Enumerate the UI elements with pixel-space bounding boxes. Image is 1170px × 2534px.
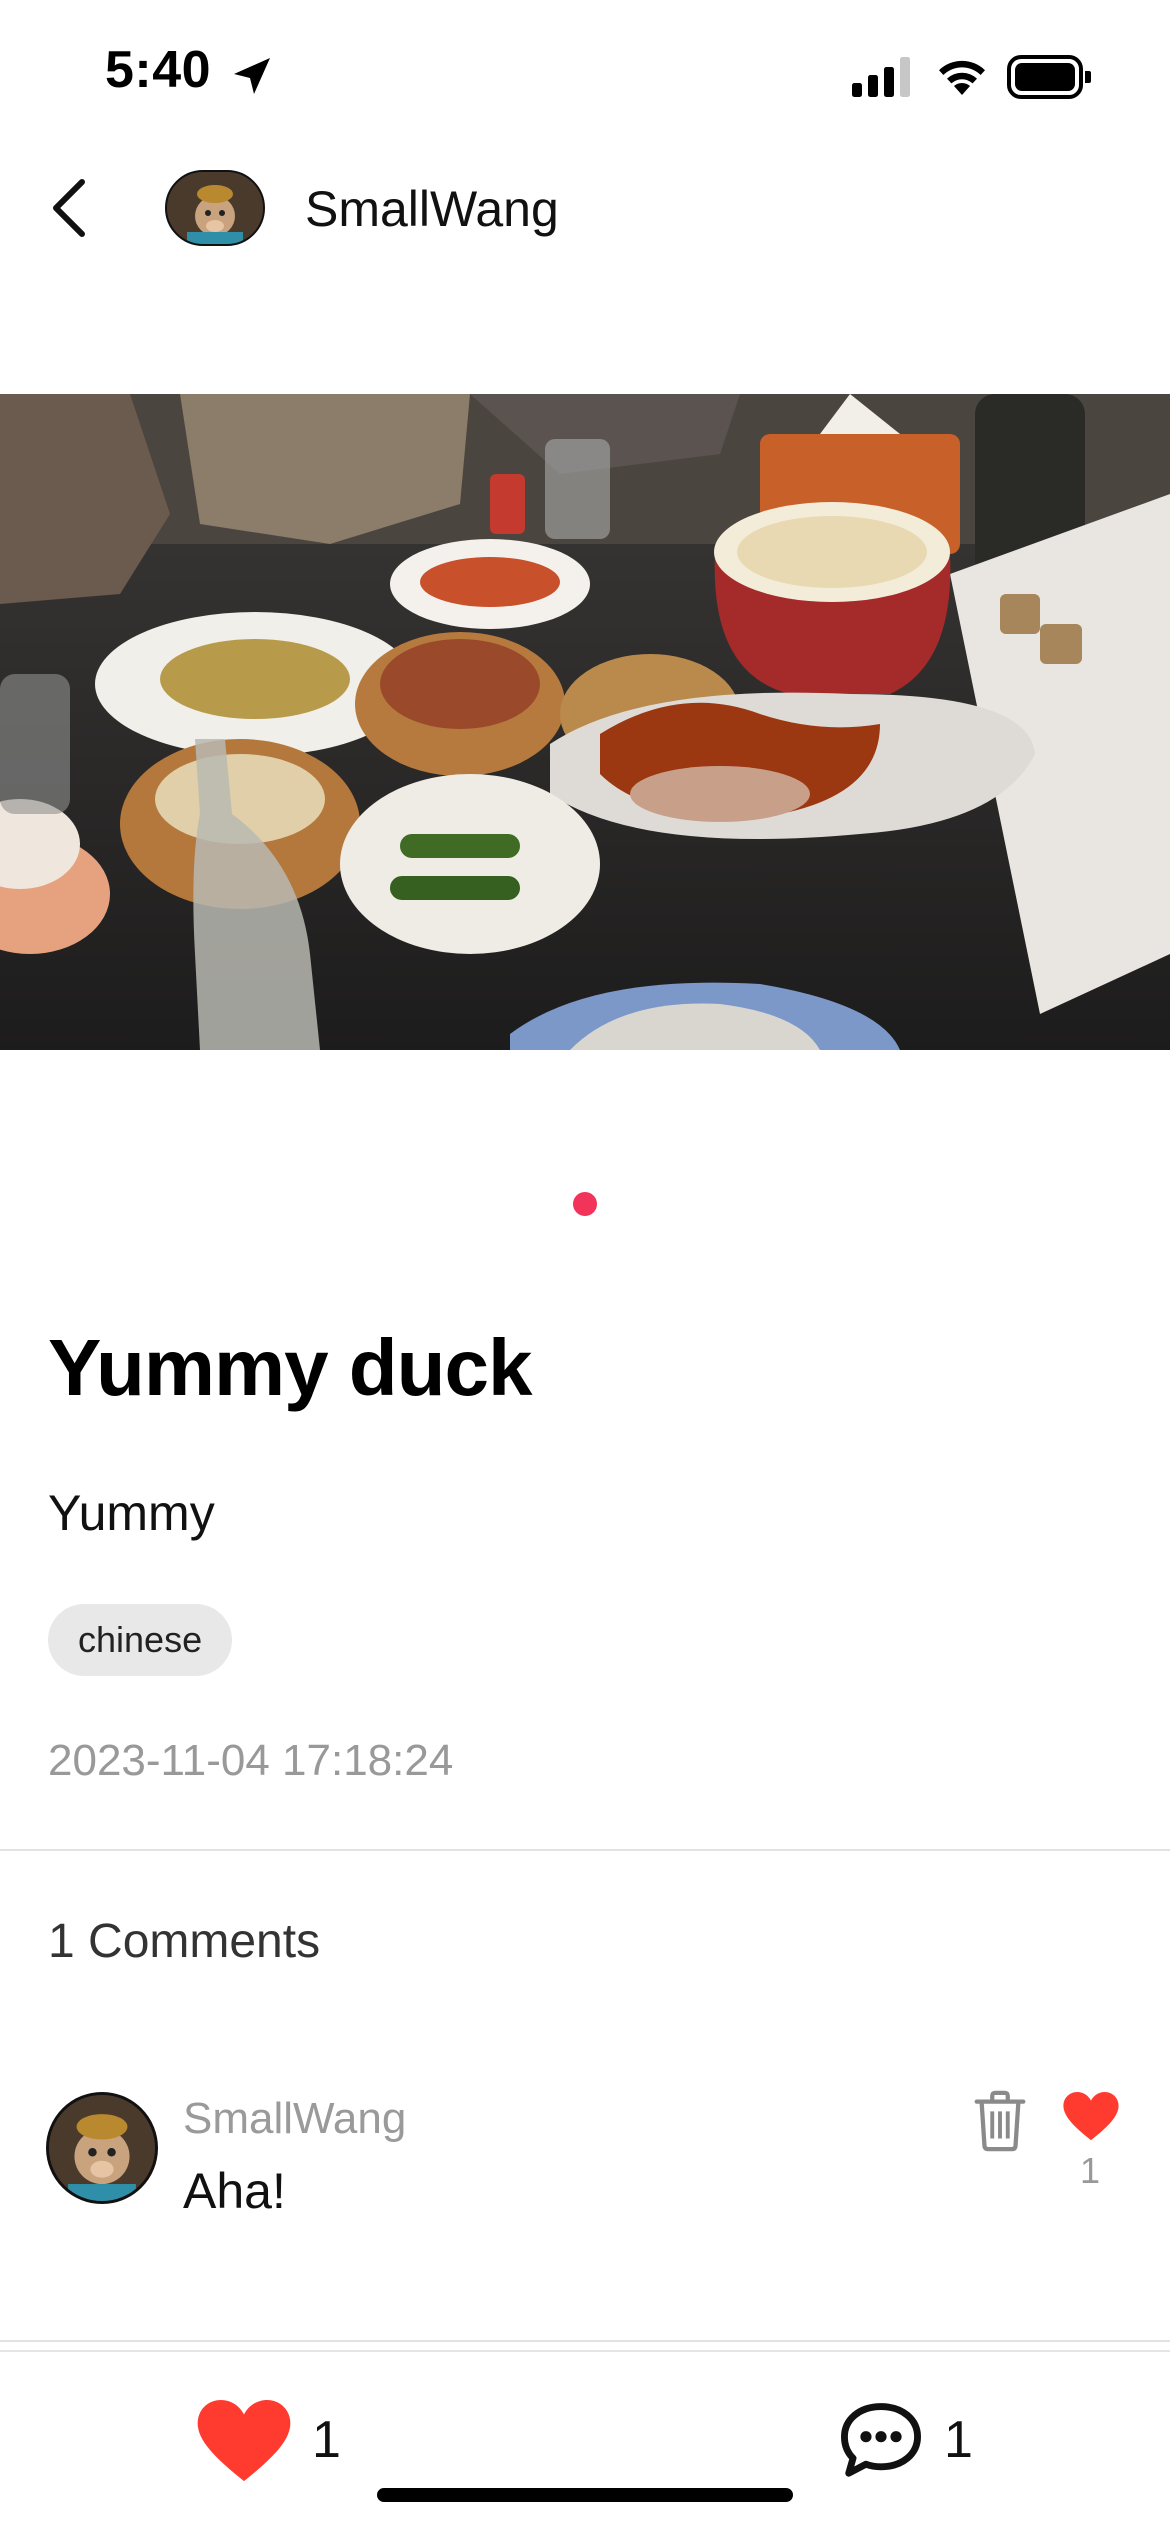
post-body: Yummy [48,1485,215,1541]
battery-icon [1007,55,1091,99]
comment-like-heart-icon[interactable] [1063,2092,1119,2142]
home-indicator[interactable] [377,2488,793,2502]
comment-bubble-icon[interactable] [838,2398,924,2484]
tag-chip[interactable]: chinese [48,1604,233,1676]
author-avatar[interactable] [165,170,265,246]
comment-count: 1 [944,2411,973,2469]
wifi-icon [939,60,985,95]
comment-like-count: 1 [1080,2150,1101,2191]
chevron-left-icon [53,179,85,237]
like-heart-icon[interactable] [196,2400,292,2484]
comment-author[interactable]: SmallWang [183,2094,406,2144]
food-photo-image [0,394,1170,1050]
carousel-page-indicator [573,1192,597,1216]
location-arrow-icon [234,58,270,94]
post-timestamp: 2023-11-04 17:18:24 [48,1736,454,1785]
post-title: Yummy duck [48,1323,533,1412]
status-time: 5:40 [105,41,212,99]
divider [0,1849,1170,1851]
cellular-signal-icon [852,57,910,97]
comments-count: 1 Comments [48,1915,321,1968]
avatar-image [49,2095,155,2201]
post-photo[interactable] [0,394,1170,1050]
comment-text: Aha! [183,2163,286,2219]
comment-avatar[interactable] [46,2092,158,2204]
bottom-action-bar [0,2350,1170,2534]
divider [0,2340,1170,2342]
avatar-image [167,172,263,244]
like-count: 1 [312,2411,341,2469]
back-button[interactable] [40,170,100,246]
delete-comment-icon[interactable] [972,2090,1028,2152]
author-name[interactable]: SmallWang [305,180,559,238]
